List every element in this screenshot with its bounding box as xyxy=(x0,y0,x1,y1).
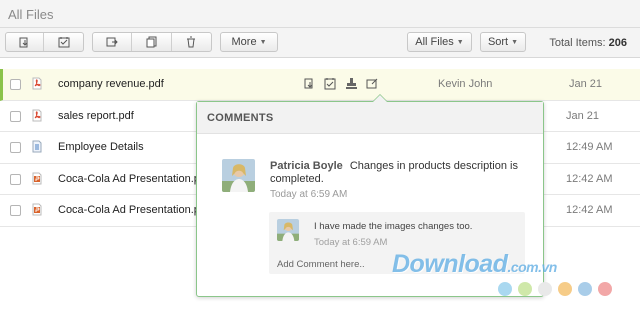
stamp-icon[interactable] xyxy=(345,77,358,90)
chevron-down-icon: ▼ xyxy=(456,38,464,46)
presentation-file-icon xyxy=(32,203,42,216)
more-button-label: More xyxy=(231,36,257,48)
page-title: All Files xyxy=(0,0,640,28)
add-comment-input[interactable]: Add Comment here.. xyxy=(277,259,365,270)
share-icon[interactable] xyxy=(324,77,337,90)
comments-title: COMMENTS xyxy=(197,102,543,134)
download-icon[interactable] xyxy=(303,77,316,90)
download-button[interactable] xyxy=(6,33,45,51)
comment-icon[interactable] xyxy=(366,77,379,90)
file-date: 12:42 AM xyxy=(566,172,613,185)
send-icon xyxy=(106,37,118,47)
reply-text: I have made the images changes too. xyxy=(314,221,473,232)
filter-dropdown[interactable]: All Files ▼ xyxy=(407,32,472,52)
file-date: 12:49 AM xyxy=(566,141,613,153)
download-icon xyxy=(19,37,28,48)
download-share-button-group xyxy=(5,32,84,52)
chevron-down-icon: ▼ xyxy=(259,38,267,46)
file-date: 12:42 AM xyxy=(566,204,613,216)
file-row[interactable]: company revenue.pdf Kevin John Jan 21 xyxy=(0,69,640,101)
toolbar: More ▼ All Files ▼ Sort ▼ Total Items: 2… xyxy=(0,28,640,58)
reply-time: Today at 6:59 AM xyxy=(314,237,388,248)
document-file-icon xyxy=(32,140,42,153)
row-actions xyxy=(303,77,379,90)
file-name[interactable]: Employee Details xyxy=(58,141,144,153)
send-button[interactable] xyxy=(93,33,133,51)
chevron-down-icon: ▼ xyxy=(511,38,519,46)
file-name[interactable]: Coca-Cola Ad Presentation.pp xyxy=(58,173,206,185)
file-name[interactable]: Coca-Cola Ad Presentation.pp xyxy=(58,204,206,216)
file-date: Jan 21 xyxy=(569,78,603,90)
total-items-count: 206 xyxy=(608,37,627,49)
presentation-file-icon xyxy=(32,172,42,184)
file-owner: Kevin John xyxy=(438,78,493,90)
pdf-file-icon xyxy=(32,109,42,121)
delete-icon xyxy=(187,36,196,48)
pdf-file-icon xyxy=(32,77,42,90)
avatar xyxy=(277,219,299,241)
row-checkbox[interactable] xyxy=(10,205,21,216)
file-name[interactable]: sales report.pdf xyxy=(58,110,134,122)
avatar xyxy=(222,159,255,192)
copy-button[interactable] xyxy=(132,33,172,51)
total-items: Total Items: 206 xyxy=(549,37,627,49)
file-actions-button-group xyxy=(92,32,212,52)
share-button[interactable] xyxy=(44,33,83,51)
share-icon xyxy=(58,37,70,48)
watermark-dots xyxy=(498,282,612,296)
total-items-label: Total Items: xyxy=(549,37,606,49)
file-date: Jan 21 xyxy=(566,109,600,122)
comment-author: Patricia Boyle xyxy=(270,160,343,172)
row-checkbox[interactable] xyxy=(10,110,21,122)
comment-body: Patricia Boyle Changes in products descr… xyxy=(270,160,532,186)
delete-button[interactable] xyxy=(172,33,211,51)
row-checkbox[interactable] xyxy=(10,79,21,90)
filter-dropdown-label: All Files xyxy=(415,36,454,48)
file-name[interactable]: company revenue.pdf xyxy=(58,78,164,90)
row-checkbox[interactable] xyxy=(10,173,21,185)
sort-dropdown[interactable]: Sort ▼ xyxy=(480,32,526,52)
watermark-logo: Download.com.vn xyxy=(392,250,557,278)
comment-time: Today at 6:59 AM xyxy=(270,189,348,200)
copy-icon xyxy=(146,36,157,48)
row-checkbox[interactable] xyxy=(10,142,21,153)
more-button[interactable]: More ▼ xyxy=(220,32,278,52)
sort-dropdown-label: Sort xyxy=(487,36,509,48)
